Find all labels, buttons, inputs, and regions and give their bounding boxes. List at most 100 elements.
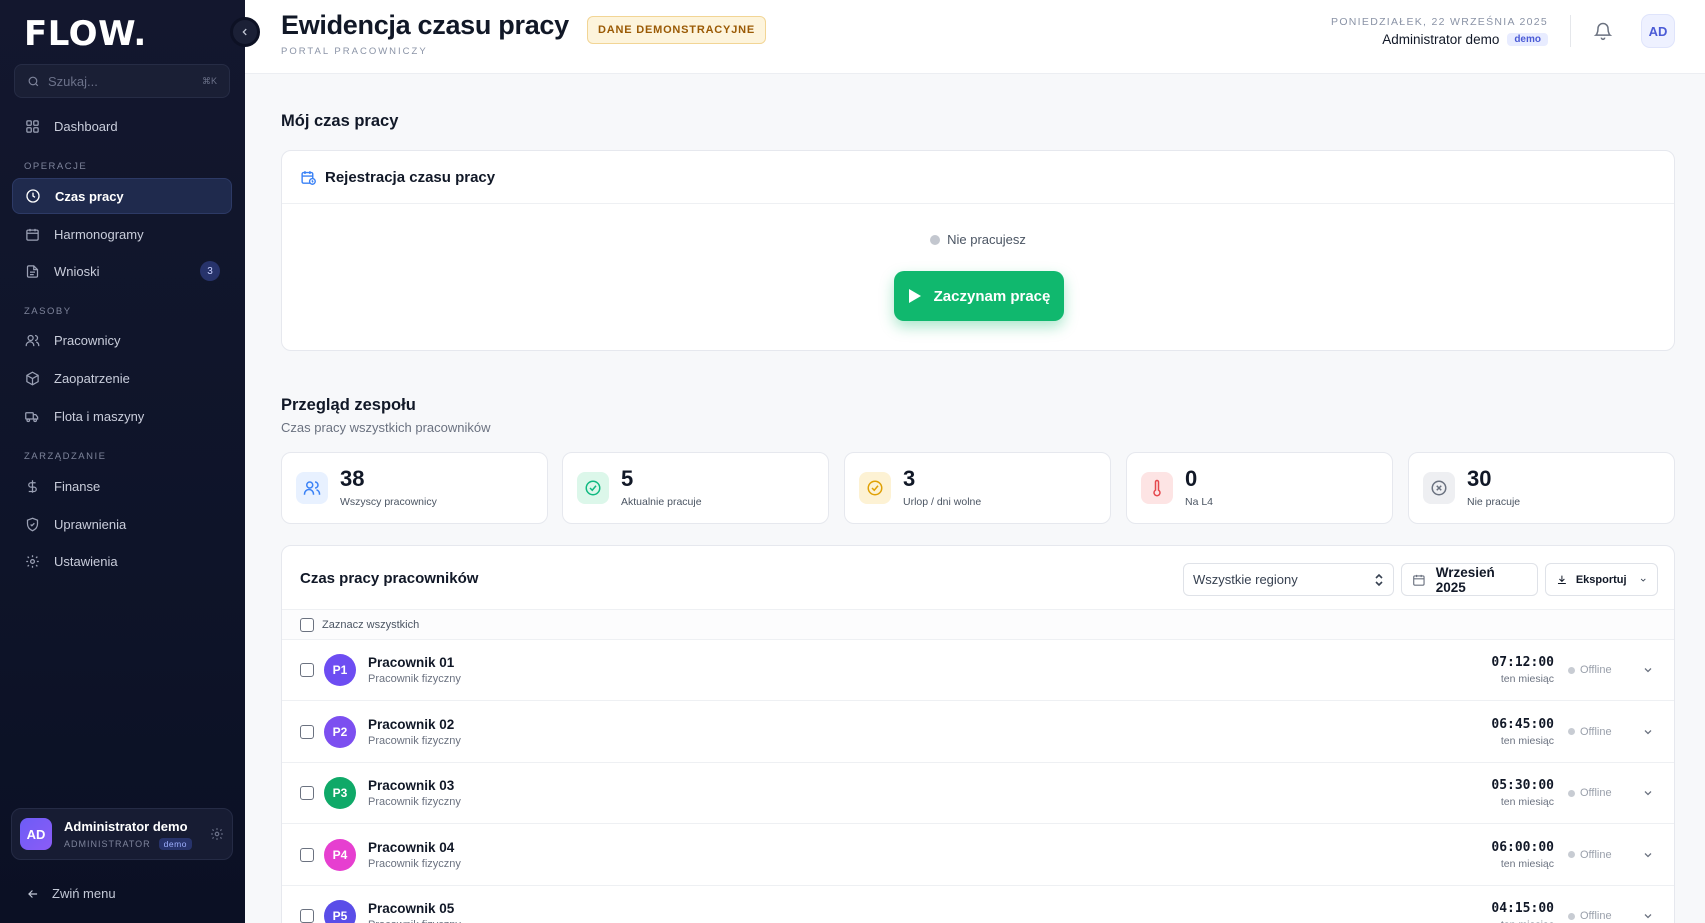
table-row[interactable]: P4 Pracownik 04 Pracownik fizyczny 06:00:00… [282,825,1674,886]
dollar-icon [24,478,40,494]
employee-name: Pracownik 03 [368,778,455,793]
employee-avatar: P4 [324,838,356,871]
table-row[interactable]: P5 Pracownik 05 Pracownik fizyczny 04:15:00… [282,886,1674,923]
sidebar-item-zaopatrzenie[interactable]: Zaopatrzenie [12,360,232,396]
status-dot [1568,728,1575,735]
time-registration-card: Rejestracja czasu pracy Nie pracujesz Za… [281,150,1675,351]
row-checkbox[interactable] [300,663,314,677]
month-picker[interactable]: Wrzesień 2025 [1401,563,1538,596]
box-icon [24,370,40,386]
row-checkbox[interactable] [300,724,314,739]
current-date: PONIEDZIAŁEK, 22 WRZEŚNIA 2025 [1331,15,1548,28]
thermometer-icon [1141,472,1173,504]
users-icon [24,332,40,348]
month-picker-value: Wrzesień 2025 [1435,564,1495,595]
employee-role: Pracownik fizyczny [368,673,461,685]
sidebar-item-czas-pracy[interactable]: Czas pracy [12,178,232,214]
status-dot [1568,912,1575,920]
sidebar-item-uprawnienia[interactable]: Uprawnienia [12,506,232,542]
employee-name: Pracownik 02 [368,716,455,732]
page-subtitle: PORTAL PRACOWNICZY [281,46,428,57]
updown-chevron-icon [1375,573,1383,586]
page-title: Ewidencja czasu pracy [281,10,569,40]
card-title: Rejestracja czasu pracy [325,168,496,186]
app-logo[interactable]: FLOW. [24,14,147,54]
sidebar-collapse-toggle[interactable] [230,17,260,47]
select-all-row[interactable]: Zaznacz wszystkich [282,609,1674,640]
search-icon [28,76,39,86]
sidebar-item-pracownicy[interactable]: Pracownicy [12,322,232,358]
table-row[interactable]: P3 Pracownik 03 Pracownik fizyczny 05:30:00… [282,763,1674,824]
sidebar-item-finanse[interactable]: Finanse [12,468,232,504]
time-period: ten miesiąc [1500,673,1554,685]
collapse-menu-button[interactable]: Zwiń menu [26,886,116,901]
stat-card-leave[interactable]: 3 Urlop / dni wolne [844,452,1111,524]
header-divider [1570,15,1571,47]
avatar: AD [20,818,52,850]
employee-role: Pracownik fizyczny [368,796,461,808]
truck-icon [24,408,40,424]
stat-card-working-now[interactable]: 5 Aktualnie pracuje [562,452,829,524]
export-button[interactable]: Eksportuj [1545,563,1658,596]
start-work-button[interactable]: Zaczynam pracę [894,271,1064,321]
download-icon [1557,575,1566,584]
employee-time: 06:45:00 [1491,716,1554,732]
stat-label: Na L4 [1185,496,1214,508]
sidebar-item-flota[interactable]: Flota i maszyny [12,398,232,434]
sidebar-user-card[interactable]: AD Administrator demo ADMINISTRATOR demo [11,808,233,860]
status-dot [1568,789,1575,797]
section-label-management: ZARZĄDZANIE [24,451,107,462]
sidebar-item-harmonogramy[interactable]: Harmonogramy [12,216,232,252]
employee-avatar: P5 [324,900,356,923]
stat-value: 0 [1185,466,1198,491]
grid-icon [24,118,40,134]
section-label-operations: OPERACJE [24,161,88,172]
employee-time-table: Czas pracy pracowników Wszystkie regiony… [281,545,1675,923]
document-icon [24,263,40,279]
status-label: Offline [1580,787,1612,799]
sidebar-item-label: Wnioski [54,263,100,279]
employee-time: 04:15:00 [1491,901,1554,916]
chevron-down-icon[interactable] [1640,787,1656,799]
sidebar-item-dashboard[interactable]: Dashboard [12,108,232,144]
start-work-label: Zaczynam pracę [933,287,1051,305]
demo-data-badge: DANE DEMONSTRACYJNE [587,16,766,44]
row-checkbox[interactable] [300,786,314,800]
check-circle-icon [577,472,609,504]
row-checkbox[interactable] [300,909,314,923]
table-row[interactable]: P2 Pracownik 02 Pracownik fizyczny 06:45:00… [282,702,1674,763]
settings-gear-icon[interactable] [210,827,224,841]
status-label: Offline [1580,664,1612,676]
chevron-down-icon[interactable] [1640,664,1656,676]
stat-value: 38 [340,466,365,491]
time-period: ten miesiąc [1500,857,1554,870]
sidebar-item-label: Pracownicy [54,332,121,348]
chevron-down-icon[interactable] [1640,726,1656,738]
sidebar-item-wnioski[interactable]: Wnioski 3 [12,253,232,289]
stat-card-all-employees[interactable]: 38 Wszyscy pracownicy [281,452,548,524]
table-row[interactable]: P1 Pracownik 01 Pracownik fizyczny 07:12:00… [282,640,1674,701]
stat-card-not-working[interactable]: 30 Nie pracuje [1408,452,1675,524]
select-all-checkbox[interactable] [300,617,314,632]
row-checkbox[interactable] [300,847,314,862]
select-all-label: Zaznacz wszystkich [322,618,420,631]
my-time-title: Mój czas pracy [281,112,399,130]
calendar-icon [24,226,40,242]
sidebar-item-ustawienia[interactable]: Ustawienia [12,543,232,579]
sidebar: FLOW. Szukaj... ⌘K Dashboard OPERACJE Cz… [0,0,245,923]
status-badge: Offline [1568,910,1634,922]
sidebar-item-label: Czas pracy [55,188,124,204]
time-period: ten miesiąc [1500,796,1554,808]
sidebar-search[interactable]: Szukaj... ⌘K [14,64,230,98]
bell-icon[interactable] [1593,21,1613,41]
stat-value: 5 [621,466,634,491]
employee-avatar: P3 [324,777,356,809]
header-avatar[interactable]: AD [1641,14,1675,48]
stat-card-sick-leave[interactable]: 0 Na L4 [1126,452,1393,524]
status-dot [930,234,941,245]
stat-value: 3 [903,466,916,491]
chevron-down-icon[interactable] [1640,910,1656,922]
region-select[interactable]: Wszystkie regiony [1183,563,1394,596]
chevron-down-icon[interactable] [1640,849,1656,861]
stat-label: Wszyscy pracownicy [340,496,437,508]
